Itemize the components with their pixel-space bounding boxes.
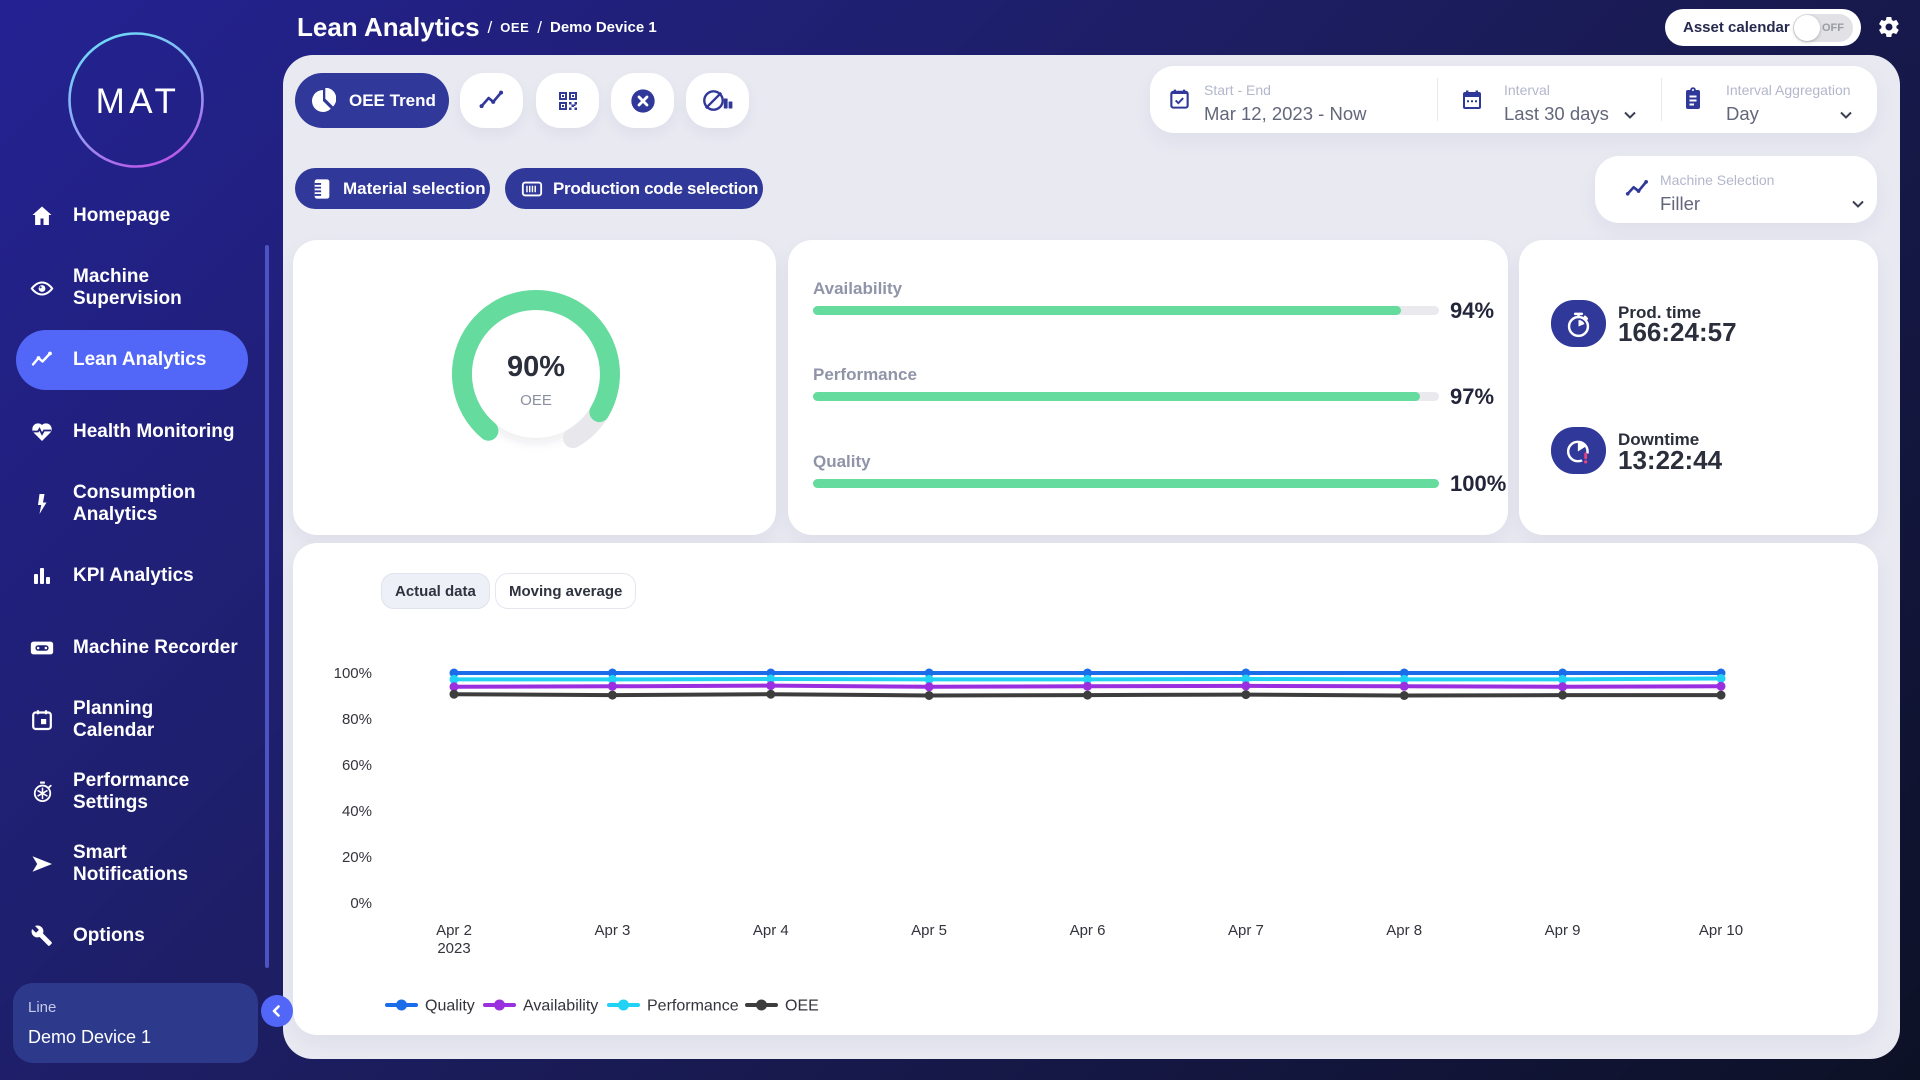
svg-text:MAT: MAT (96, 82, 181, 121)
svg-text:90%: 90% (507, 351, 565, 383)
svg-text:OEE: OEE (520, 392, 552, 409)
